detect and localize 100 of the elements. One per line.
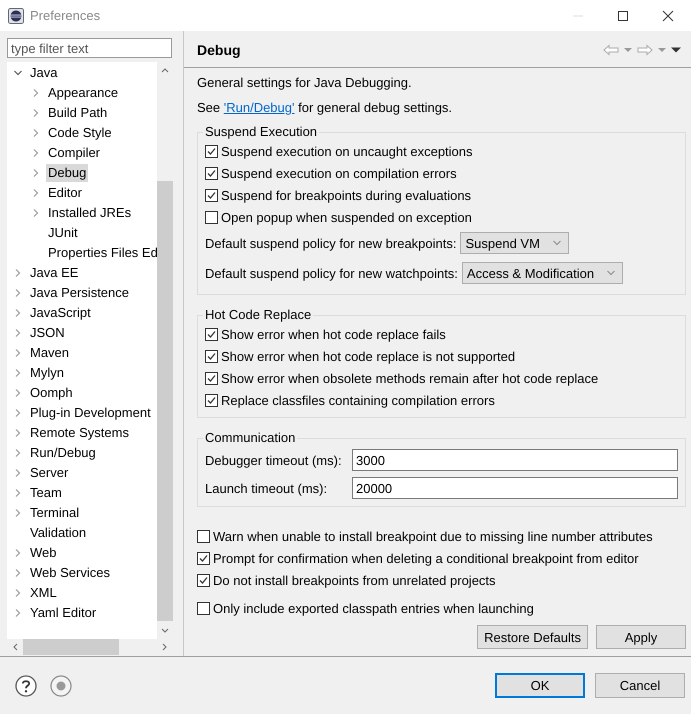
chevron-right-icon[interactable] [13, 408, 23, 418]
checkbox[interactable] [205, 166, 218, 180]
scroll-down-icon[interactable] [160, 627, 170, 635]
chevron-right-icon[interactable] [13, 508, 23, 518]
tree-item[interactable]: Mylyn [28, 364, 66, 382]
tree-item[interactable]: Java [28, 64, 60, 82]
checkbox-label[interactable]: Prompt for confirmation when deleting a conditional breakpoint from editor [213, 550, 639, 566]
chevron-right-icon[interactable] [13, 288, 23, 298]
chevron-right-icon[interactable] [13, 568, 23, 578]
chevron-right-icon[interactable] [13, 388, 23, 398]
chevron-right-icon[interactable] [31, 188, 41, 198]
tree-item[interactable]: Run/Debug [28, 444, 98, 462]
chevron-right-icon[interactable] [13, 368, 23, 378]
chevron-right-icon[interactable] [31, 208, 41, 218]
help-icon[interactable] [15, 674, 37, 696]
view-menu-icon[interactable] [671, 47, 681, 53]
record-icon[interactable] [50, 674, 72, 696]
checkbox[interactable] [197, 574, 210, 586]
checkbox[interactable] [205, 210, 218, 224]
checkbox-label[interactable]: Show error when obsolete methods remain after hot code replace [221, 370, 598, 386]
checkbox-label[interactable]: Suspend execution on uncaught exceptions [221, 144, 473, 158]
tree-item[interactable]: Server [28, 464, 70, 482]
checkbox-label[interactable]: Replace classfiles containing compilation errors [221, 392, 495, 408]
tree-item[interactable]: JavaScript [28, 304, 93, 322]
checkbox[interactable] [205, 394, 218, 406]
run-debug-link[interactable]: 'Run/Debug' [224, 100, 294, 115]
chevron-right-icon[interactable] [13, 588, 23, 598]
tree-item[interactable]: Terminal [28, 504, 82, 522]
tree-item[interactable]: Debug [46, 164, 88, 182]
checkbox[interactable] [205, 144, 218, 158]
checkbox-label[interactable]: Only include exported classpath entries when launching [213, 600, 534, 616]
tree-item[interactable]: Appearance [46, 84, 120, 102]
checkbox[interactable] [205, 188, 218, 202]
tree-item[interactable]: Team [28, 484, 64, 502]
tree-item[interactable]: Java EE [28, 264, 80, 282]
policy-dropdown[interactable]: Access & Modification [462, 262, 624, 284]
dialog-button[interactable]: Cancel [595, 673, 685, 698]
scroll-right-icon[interactable] [161, 642, 169, 652]
checkbox[interactable] [197, 552, 210, 564]
tree-item[interactable]: Maven [28, 344, 72, 362]
policy-dropdown[interactable]: Suspend VM [460, 232, 569, 254]
tree-item[interactable]: Code Style [46, 124, 114, 142]
tree-item[interactable]: JUnit [46, 224, 80, 242]
checkbox[interactable] [197, 530, 210, 542]
page-button[interactable]: Restore Defaults [477, 625, 588, 649]
tree-item[interactable]: Installed JREs [46, 204, 134, 222]
tree-item[interactable]: Properties Files Ed [46, 244, 160, 262]
chevron-right-icon[interactable] [13, 448, 23, 458]
timeout-field[interactable]: 20000 [352, 477, 678, 499]
checkbox[interactable] [205, 328, 218, 340]
checkbox-label[interactable]: Show error when hot code replace fails [221, 326, 446, 342]
tree-item[interactable]: Web [28, 544, 58, 562]
tree-item[interactable]: Yaml Editor [28, 604, 98, 622]
tree-item[interactable]: Editor [46, 184, 84, 202]
scroll-left-icon[interactable] [11, 642, 19, 652]
checkbox-label[interactable]: Show error when hot code replace is not supported [221, 348, 516, 364]
checkbox[interactable] [197, 602, 210, 614]
checkbox[interactable] [205, 372, 218, 384]
chevron-right-icon[interactable] [31, 128, 41, 138]
chevron-down-icon[interactable] [13, 68, 23, 78]
back-arrow-icon[interactable] [603, 44, 619, 56]
tree-item[interactable]: Validation [28, 524, 88, 542]
dialog-button[interactable]: OK [495, 673, 585, 698]
close-icon[interactable] [662, 10, 674, 22]
checkbox-label[interactable]: Suspend execution on compilation errors [221, 166, 457, 180]
dropdown-caret-icon[interactable] [658, 47, 666, 53]
chevron-right-icon[interactable] [13, 548, 23, 558]
tree-item[interactable]: JSON [28, 324, 67, 342]
chevron-right-icon[interactable] [13, 268, 23, 278]
dropdown-caret-icon[interactable] [624, 47, 632, 53]
checkbox-label[interactable]: Do not install breakpoints from unrelated projects [213, 572, 496, 588]
chevron-right-icon[interactable] [13, 488, 23, 498]
tree-item[interactable]: Remote Systems [28, 424, 131, 442]
chevron-right-icon[interactable] [13, 428, 23, 438]
checkbox-label[interactable]: Open popup when suspended on exception [221, 210, 472, 224]
chevron-right-icon[interactable] [31, 148, 41, 158]
chevron-right-icon[interactable] [13, 468, 23, 478]
chevron-right-icon[interactable] [31, 108, 41, 118]
chevron-right-icon[interactable] [31, 168, 41, 178]
timeout-field[interactable]: 3000 [352, 449, 678, 471]
tree-item[interactable]: Oomph [28, 384, 75, 402]
chevron-right-icon[interactable] [13, 348, 23, 358]
filter-field[interactable]: type filter text [7, 38, 172, 58]
chevron-right-icon[interactable] [13, 308, 23, 318]
checkbox-label[interactable]: Warn when unable to install breakpoint due to missing line number attributes [213, 528, 653, 544]
chevron-right-icon[interactable] [13, 608, 23, 618]
forward-arrow-icon[interactable] [637, 44, 653, 56]
tree-item[interactable]: Plug-in Development [28, 404, 153, 422]
scroll-up-icon[interactable] [160, 66, 170, 74]
checkbox-label[interactable]: Suspend for breakpoints during evaluations [221, 188, 472, 202]
chevron-right-icon[interactable] [31, 88, 41, 98]
tree-item[interactable]: Web Services [28, 564, 112, 582]
tree-item[interactable]: XML [28, 584, 59, 602]
maximize-icon[interactable] [617, 10, 629, 22]
tree-item[interactable]: Build Path [46, 104, 110, 122]
chevron-right-icon[interactable] [13, 328, 23, 338]
page-button[interactable]: Apply [596, 625, 686, 649]
tree-item[interactable]: Compiler [46, 144, 102, 162]
checkbox[interactable] [205, 350, 218, 362]
tree-item[interactable]: Java Persistence [28, 284, 131, 302]
